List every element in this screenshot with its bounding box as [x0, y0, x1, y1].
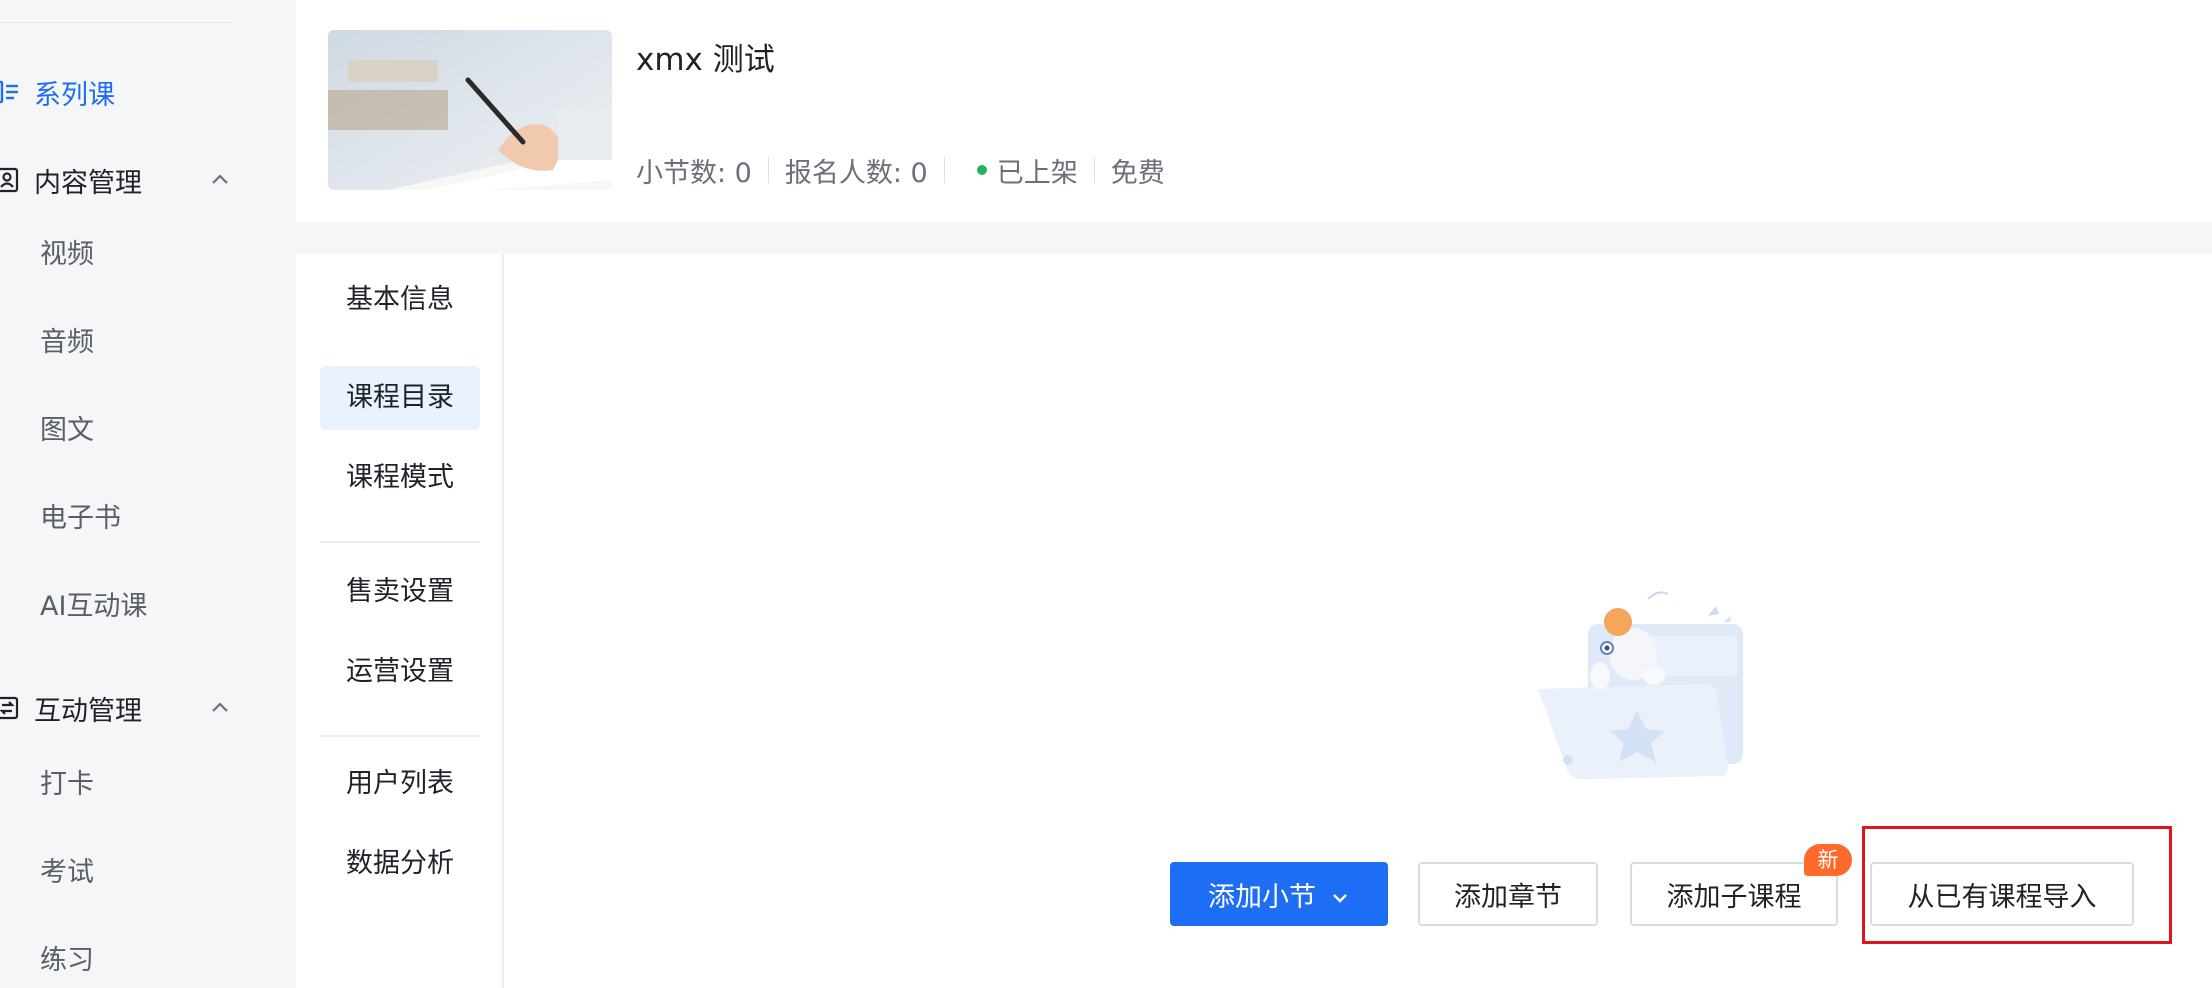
course-meta: 小节数: 0 报名人数: 0 已上架 免费	[636, 152, 1165, 189]
sidebar-item-article[interactable]: 图文	[40, 406, 94, 456]
course-settings-tabs: 基本信息 课程目录 课程模式 售卖设置 运营设置 用户列表 数据分析	[296, 254, 504, 988]
sidebar-item-ai-course[interactable]: AI互动课	[40, 582, 147, 632]
course-header: xmx 测试 小节数: 0 报名人数: 0 已上架 免费	[296, 0, 2212, 222]
tab-data-analysis[interactable]: 数据分析	[320, 832, 480, 896]
add-lesson-button[interactable]: 添加小节	[1170, 862, 1388, 926]
chevron-up-icon[interactable]	[208, 168, 232, 192]
sidebar-group-interaction-management[interactable]: 互动管理	[0, 678, 232, 738]
tab-basic-info[interactable]: 基本信息	[320, 268, 480, 332]
meta-divider	[1093, 157, 1095, 183]
tab-divider	[320, 735, 480, 737]
sidebar-item-checkin[interactable]: 打卡	[40, 760, 94, 810]
price-label: 免费	[1110, 157, 1165, 189]
tab-user-list[interactable]: 用户列表	[320, 752, 480, 816]
contact-card-icon	[0, 166, 22, 194]
meta-divider	[943, 157, 945, 183]
sidebar-item-practice[interactable]: 练习	[40, 936, 94, 986]
sidebar-item-label: 系列课	[34, 79, 115, 111]
exchange-icon	[0, 694, 22, 722]
meta-divider	[767, 157, 769, 183]
tab-course-catalog[interactable]: 课程目录	[320, 366, 480, 430]
tab-course-mode[interactable]: 课程模式	[320, 446, 480, 510]
course-title: xmx 测试	[636, 42, 775, 78]
sidebar-item-ebook[interactable]: 电子书	[40, 494, 121, 544]
course-catalog-panel: 基本信息 课程目录 课程模式 售卖设置 运营设置 用户列表 数据分析 添加小节 …	[296, 254, 2212, 988]
sidebar-item-video[interactable]: 视频	[40, 230, 94, 280]
tab-sales-settings[interactable]: 售卖设置	[320, 560, 480, 624]
status-badge: 已上架	[996, 157, 1078, 189]
add-chapter-button[interactable]: 添加章节	[1418, 862, 1598, 926]
sidebar: 系列课 内容管理 视频 音频 图文 电子书 AI互动课 互动管理 打卡 考试 练…	[0, 0, 296, 988]
lesson-count: 小节数: 0	[636, 157, 752, 189]
sidebar-group-label: 互动管理	[34, 695, 142, 727]
sidebar-item-exam[interactable]: 考试	[40, 848, 94, 898]
add-lesson-label: 添加小节	[1208, 881, 1316, 913]
list-icon	[0, 78, 22, 106]
enrolled-count: 报名人数: 0	[784, 157, 928, 189]
sidebar-group-label: 内容管理	[34, 167, 142, 199]
tab-divider	[320, 541, 480, 543]
sidebar-item-series-course[interactable]: 系列课	[0, 62, 232, 122]
chevron-down-icon	[1330, 884, 1350, 904]
import-from-existing-course-button[interactable]: 从已有课程导入	[1870, 862, 2134, 926]
status-dot	[976, 165, 987, 175]
sidebar-item-audio[interactable]: 音频	[40, 318, 94, 368]
chevron-up-icon[interactable]	[208, 696, 232, 720]
sidebar-group-content-management[interactable]: 内容管理	[0, 150, 232, 210]
tab-operation-settings[interactable]: 运营设置	[320, 640, 480, 704]
new-badge: 新	[1804, 844, 1852, 876]
empty-folder-illustration	[1528, 584, 1768, 794]
course-cover-image	[328, 30, 612, 190]
sidebar-divider	[0, 22, 232, 23]
